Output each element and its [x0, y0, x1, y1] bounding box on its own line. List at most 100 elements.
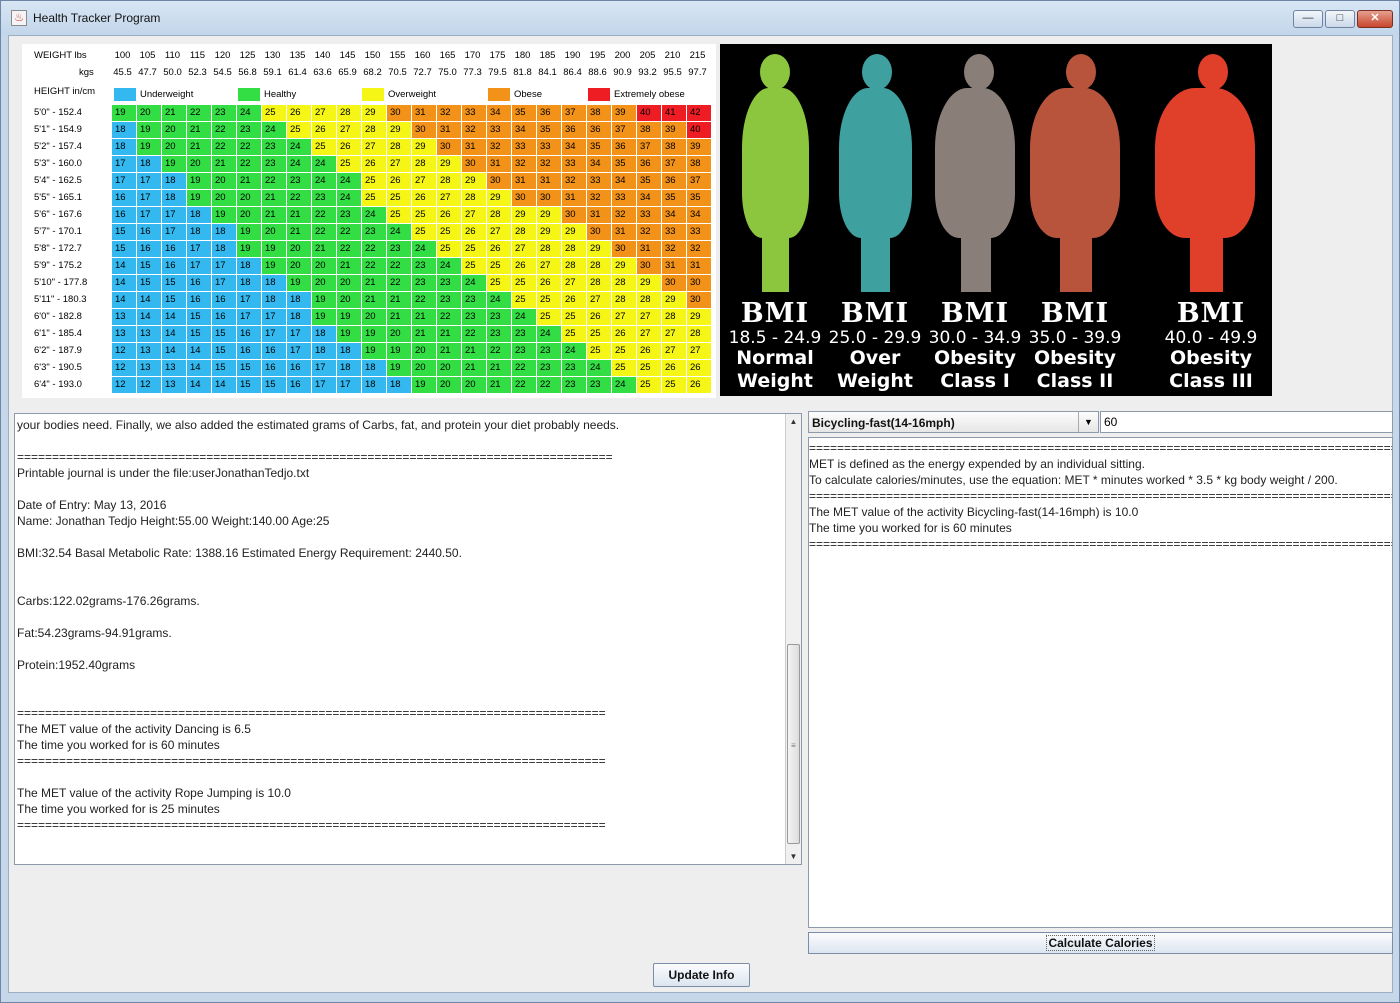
- bmi-cell: 32: [587, 190, 611, 206]
- result-line: To calculate calories/minutes, use the e…: [809, 473, 1338, 487]
- bmi-cell: 28: [512, 224, 536, 240]
- bmi-cell: 27: [662, 343, 686, 359]
- bmi-cell: 18: [212, 241, 236, 257]
- bmi-cell: 22: [512, 360, 536, 376]
- bmi-cell: 19: [362, 326, 386, 342]
- bmi-cell: 28: [562, 258, 586, 274]
- bmi-cell: 28: [612, 292, 636, 308]
- result-content: ========================================…: [809, 440, 1392, 552]
- bmi-cell: 26: [362, 156, 386, 172]
- grip-icon: ≡: [791, 741, 796, 750]
- bmi-cell: 21: [387, 292, 411, 308]
- weight-kgs-cell: 81.8: [513, 67, 532, 78]
- weight-lbs-cell: 190: [564, 50, 581, 61]
- weight-kgs-cell: 56.8: [238, 67, 257, 78]
- bmi-cell: 14: [162, 343, 186, 359]
- journal-line: [17, 689, 782, 705]
- title-bar[interactable]: ♨ Health Tracker Program — □ ✕: [1, 1, 1399, 35]
- bmi-cell: 24: [562, 343, 586, 359]
- journal-text-area[interactable]: your bodies need. Finally, we also added…: [14, 413, 802, 865]
- bmi-cell: 32: [462, 122, 486, 138]
- scroll-up-arrow-icon[interactable]: ▲: [786, 414, 801, 429]
- bmi-cell: 20: [212, 190, 236, 206]
- bmi-cell: 34: [662, 207, 686, 223]
- bmi-cell: 23: [412, 258, 436, 274]
- bmi-cell: 26: [537, 275, 561, 291]
- legend-swatch: [238, 88, 260, 101]
- bmi-cell: 24: [537, 326, 561, 342]
- height-row-label: 6'4" - 193.0: [34, 379, 82, 390]
- bmi-cell: 25: [587, 326, 611, 342]
- bmi-cell: 26: [287, 105, 311, 121]
- weight-kgs-cell: 63.6: [313, 67, 332, 78]
- journal-line: The time you worked for is 60 minutes: [17, 738, 220, 752]
- bmi-cell: 38: [662, 139, 686, 155]
- journal-scrollbar[interactable]: ▲ ≡ ▼: [785, 414, 801, 864]
- update-info-button[interactable]: Update Info: [653, 963, 750, 987]
- activity-dropdown[interactable]: Bicycling-fast(14-16mph) ▼: [808, 411, 1099, 433]
- minutes-input[interactable]: [1100, 411, 1393, 433]
- bmi-cell: 24: [612, 377, 636, 393]
- journal-line: Date of Entry: May 13, 2016: [17, 498, 167, 512]
- figure-body-shape: [934, 88, 1016, 238]
- figure-caption-line2: 35.0 - 39.9: [1028, 328, 1122, 348]
- minimize-button[interactable]: —: [1293, 10, 1323, 28]
- bmi-cell: 14: [212, 377, 236, 393]
- bmi-cell: 25: [262, 105, 286, 121]
- bmi-cell: 24: [337, 190, 361, 206]
- bmi-cell: 30: [637, 258, 661, 274]
- bmi-cell: 40: [687, 122, 711, 138]
- bmi-cell: 31: [612, 224, 636, 240]
- bmi-cell: 21: [462, 360, 486, 376]
- bmi-cell: 21: [187, 139, 211, 155]
- scrollbar-thumb[interactable]: ≡: [787, 644, 800, 844]
- calories-result-area[interactable]: ========================================…: [808, 437, 1393, 928]
- bmi-cell: 14: [187, 343, 211, 359]
- bmi-cell: 22: [212, 122, 236, 138]
- legend-swatch: [114, 88, 136, 101]
- bmi-cell: 29: [412, 139, 436, 155]
- weight-kgs-cell: 59.1: [263, 67, 282, 78]
- bmi-cell: 21: [312, 241, 336, 257]
- bmi-cell: 19: [137, 139, 161, 155]
- bmi-cell: 32: [537, 156, 561, 172]
- bmi-cell: 18: [262, 292, 286, 308]
- bmi-cell: 17: [312, 377, 336, 393]
- scroll-down-arrow-icon[interactable]: ▼: [786, 849, 801, 864]
- bmi-cell: 14: [112, 292, 136, 308]
- bmi-cell: 21: [462, 343, 486, 359]
- bmi-cell: 30: [412, 122, 436, 138]
- close-button[interactable]: ✕: [1357, 10, 1393, 28]
- bmi-cell: 25: [587, 343, 611, 359]
- bmi-figure: BMI 40.0 - 49.9 Obesity Class III: [1150, 44, 1272, 396]
- bmi-cell: 19: [287, 275, 311, 291]
- bmi-cell: 16: [187, 275, 211, 291]
- bmi-cell: 38: [687, 156, 711, 172]
- bmi-cell: 17: [137, 173, 161, 189]
- height-row-label: 6'2" - 187.9: [34, 345, 82, 356]
- weight-lbs-cell: 185: [539, 50, 556, 61]
- calculate-calories-button[interactable]: Calculate Calories: [808, 932, 1393, 954]
- bmi-cell: 30: [462, 156, 486, 172]
- bmi-cell: 22: [187, 105, 211, 121]
- bmi-cell: 22: [362, 241, 386, 257]
- bmi-cell: 22: [312, 224, 336, 240]
- bmi-cell: 33: [462, 105, 486, 121]
- bmi-cell: 27: [637, 326, 661, 342]
- figure-body-shape: [1030, 88, 1120, 238]
- bmi-cell: 20: [262, 224, 286, 240]
- bmi-cell: 25: [437, 224, 461, 240]
- dropdown-arrow-icon[interactable]: ▼: [1078, 412, 1098, 432]
- bmi-cell: 30: [537, 190, 561, 206]
- maximize-button[interactable]: □: [1325, 10, 1355, 28]
- bmi-cell: 23: [437, 275, 461, 291]
- bmi-cell: 24: [337, 173, 361, 189]
- bmi-cell: 23: [562, 377, 586, 393]
- bmi-cell: 27: [537, 258, 561, 274]
- bmi-cell: 25: [637, 360, 661, 376]
- height-row-label: 5'8" - 172.7: [34, 243, 82, 254]
- weight-lbs-cell: 155: [389, 50, 406, 61]
- bmi-cell: 23: [312, 190, 336, 206]
- bmi-cell: 30: [687, 275, 711, 291]
- bmi-cell: 32: [487, 139, 511, 155]
